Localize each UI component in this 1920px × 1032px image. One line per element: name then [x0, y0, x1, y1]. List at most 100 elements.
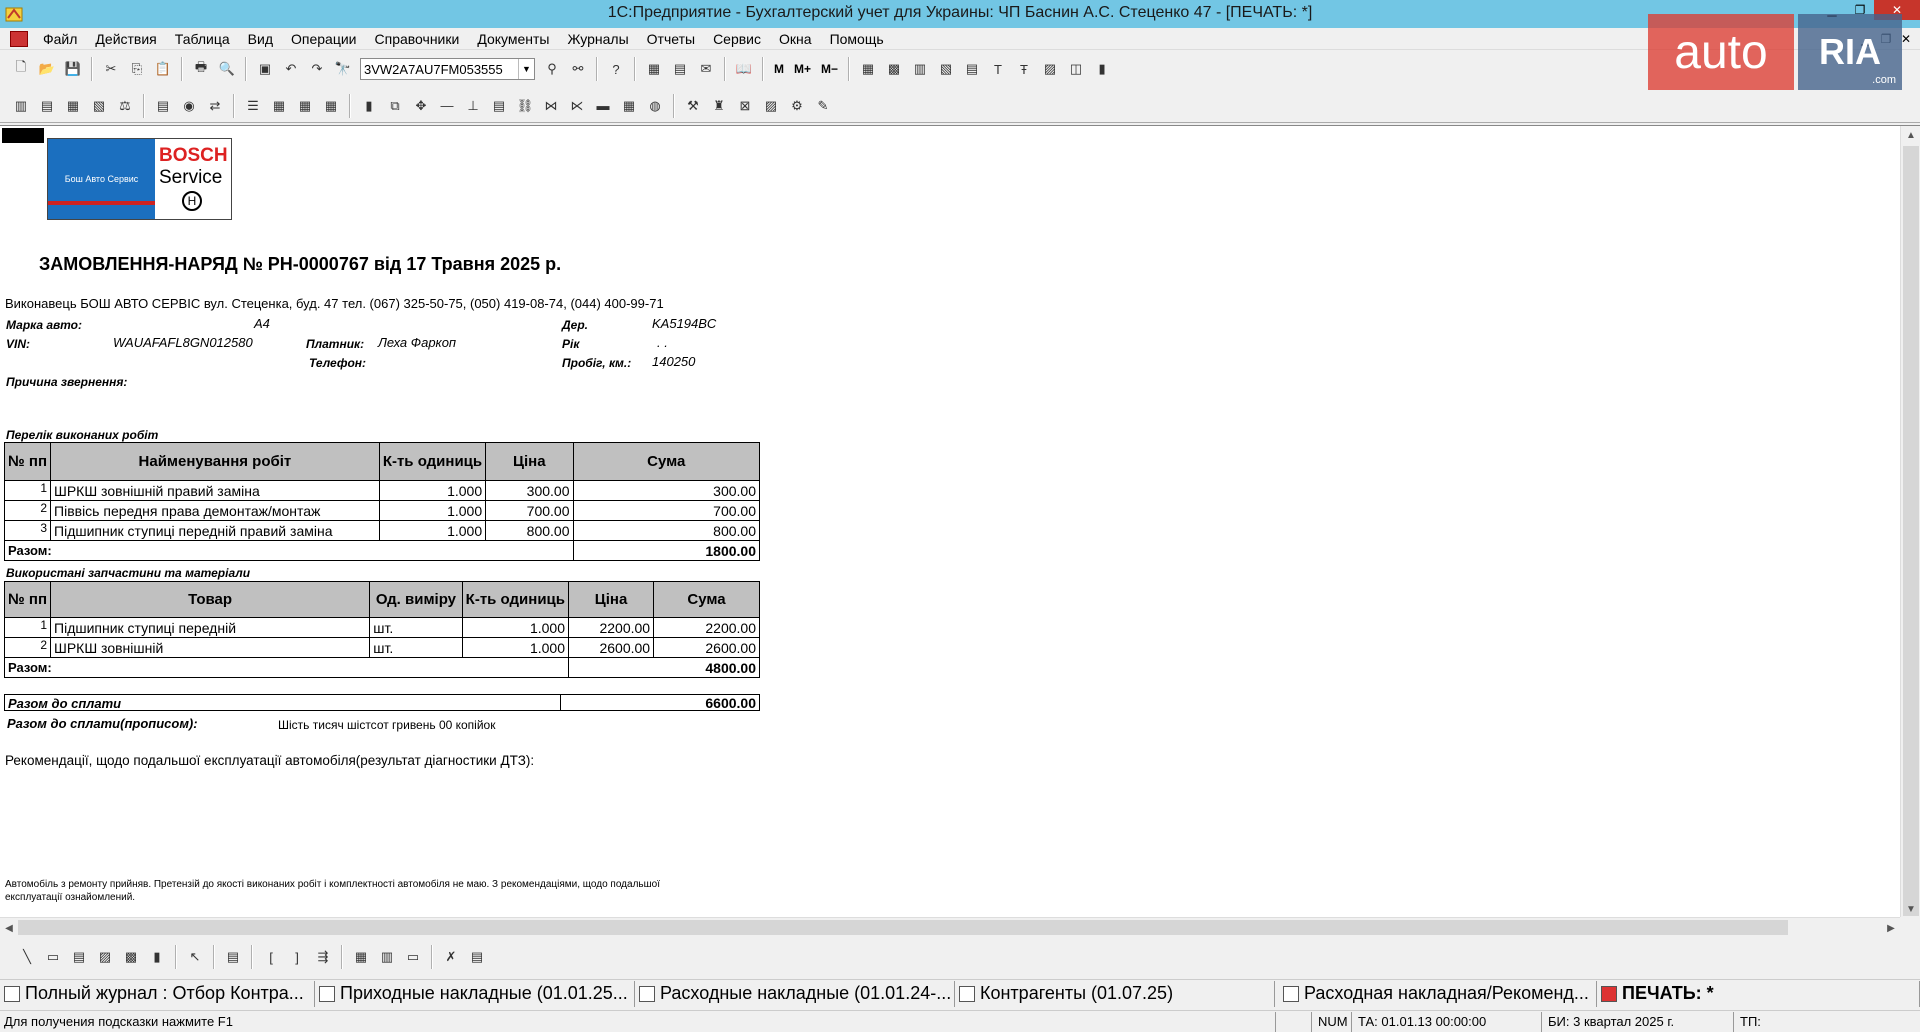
link-icon[interactable]: ⛓	[514, 96, 536, 116]
cash-icon[interactable]: ▤	[488, 96, 510, 116]
chart-icon[interactable]: ▮	[1091, 59, 1113, 79]
note-icon[interactable]: ▬	[592, 96, 614, 116]
print-preview-icon[interactable]: 🔍	[216, 59, 238, 79]
object-icon[interactable]: ◫	[1065, 59, 1087, 79]
find-replace-icon[interactable]: ⚯	[567, 59, 589, 79]
registry-icon[interactable]: ▦	[618, 96, 640, 116]
menu-file[interactable]: Файл	[34, 31, 86, 47]
columns-icon[interactable]: ▧	[935, 59, 957, 79]
remove-section-icon[interactable]: ✗	[440, 947, 462, 967]
print-icon[interactable]: 🖶	[190, 59, 212, 79]
print-form-area[interactable]: Бош Авто Сервис BOSCH Service H ЗАМОВЛЕН…	[0, 125, 1920, 937]
account-card-icon[interactable]: ▧	[88, 96, 110, 116]
menu-references[interactable]: Справочники	[366, 31, 469, 47]
draw-chart-icon[interactable]: ▮	[146, 947, 168, 967]
tab-counterparties[interactable]: Контрагенты (01.07.25)	[955, 980, 1275, 1007]
menu-journals[interactable]: Журналы	[559, 31, 638, 47]
exchange-icon[interactable]: ⇄	[204, 96, 226, 116]
menu-service[interactable]: Сервис	[704, 31, 770, 47]
menu-actions[interactable]: Действия	[86, 31, 165, 47]
horizontal-scroll-thumb[interactable]	[18, 920, 1788, 935]
draw-ole-icon[interactable]: ▩	[120, 947, 142, 967]
calendar-icon[interactable]: ▤	[669, 59, 691, 79]
document-window-icon[interactable]	[10, 30, 28, 47]
hatch-icon[interactable]: ▨	[760, 96, 782, 116]
save-icon[interactable]: 💾	[62, 59, 84, 79]
split-icon[interactable]: ⋈	[540, 96, 562, 116]
vertical-scroll-thumb[interactable]	[1903, 146, 1919, 916]
help-icon[interactable]: ?	[605, 59, 627, 79]
properties-icon[interactable]: ▣	[254, 59, 276, 79]
vertical-scrollbar[interactable]: ▲ ▼	[1900, 126, 1920, 918]
tab-outgoing-invoices[interactable]: Расходные накладные (01.01.24-...	[635, 980, 955, 1007]
line-icon[interactable]: —	[436, 96, 458, 116]
menu-operations[interactable]: Операции	[282, 31, 366, 47]
waybill-icon[interactable]: ▦	[294, 96, 316, 116]
section-list-icon[interactable]: ▤	[466, 947, 488, 967]
memory-plus-button[interactable]: M+	[794, 62, 811, 76]
scroll-right-icon[interactable]: ▶	[1882, 918, 1900, 938]
edit-icon[interactable]: ✎	[812, 96, 834, 116]
bracket-right-icon[interactable]: ]	[286, 947, 308, 967]
page-icon[interactable]: ▭	[402, 947, 424, 967]
grid-icon[interactable]: ▩	[883, 59, 905, 79]
delete-marked-icon[interactable]: ⊠	[734, 96, 756, 116]
messages-icon[interactable]: ✉	[695, 59, 717, 79]
merge-icon[interactable]: ⋉	[566, 96, 588, 116]
receipt-icon[interactable]: ▦	[320, 96, 342, 116]
scroll-left-icon[interactable]: ◀	[0, 918, 18, 938]
picture-icon[interactable]: ▨	[1039, 59, 1061, 79]
folder-icon[interactable]: ▮	[358, 96, 380, 116]
search-combo[interactable]: 3VW2A7AU7FM053555 ▼	[360, 58, 535, 80]
memory-button[interactable]: M	[774, 62, 784, 76]
globe-icon[interactable]: ◍	[644, 96, 666, 116]
move-icon[interactable]: ✥	[410, 96, 432, 116]
copy-document-icon[interactable]: ⧉	[384, 96, 406, 116]
layer-icon[interactable]: ⇶	[312, 947, 334, 967]
menu-documents[interactable]: Документы	[468, 31, 558, 47]
text-box-icon[interactable]: Ŧ	[1013, 59, 1035, 79]
table-icon[interactable]: ▦	[857, 59, 879, 79]
currency-icon[interactable]: ◉	[178, 96, 200, 116]
tools-icon[interactable]: ⚒	[682, 96, 704, 116]
draw-picture-icon[interactable]: ▨	[94, 947, 116, 967]
tab-print[interactable]: ПЕЧАТЬ: *	[1597, 980, 1920, 1007]
tab-sales-invoice[interactable]: Расходная накладная/Рекоменд...	[1275, 980, 1597, 1007]
list-icon[interactable]: ☰	[242, 96, 264, 116]
new-icon[interactable]: 🗋	[10, 59, 32, 79]
chart-of-accounts-icon[interactable]: ▥	[10, 96, 32, 116]
section-icon[interactable]: ▦	[350, 947, 372, 967]
settings-icon[interactable]: ⚙	[786, 96, 808, 116]
find-next-icon[interactable]: ⚲	[541, 59, 563, 79]
calculator-icon[interactable]: ▦	[643, 59, 665, 79]
report-icon[interactable]: ▤	[152, 96, 174, 116]
open-icon[interactable]: 📂	[36, 59, 58, 79]
scroll-up-icon[interactable]: ▲	[1901, 126, 1920, 144]
pointer-icon[interactable]: ↖	[184, 947, 206, 967]
cut-icon[interactable]: ✂	[100, 59, 122, 79]
draw-rect-icon[interactable]: ▭	[42, 947, 64, 967]
horizontal-scrollbar[interactable]: ◀ ▶	[0, 917, 1900, 937]
tab-incoming-invoices[interactable]: Приходные накладные (01.01.25...	[315, 980, 635, 1007]
user-icon[interactable]: ♜	[708, 96, 730, 116]
find-icon[interactable]: 🔭	[332, 59, 354, 79]
balance-icon[interactable]: ⚖	[114, 96, 136, 116]
document-icon[interactable]: ▤	[961, 59, 983, 79]
memory-minus-button[interactable]: M−	[821, 62, 838, 76]
copy-icon[interactable]: ⎘	[126, 59, 148, 79]
menu-reports[interactable]: Отчеты	[638, 31, 704, 47]
selected-cell[interactable]	[2, 128, 44, 143]
paste-icon[interactable]: 📋	[152, 59, 174, 79]
scroll-down-icon[interactable]: ▼	[1901, 900, 1920, 918]
menu-table[interactable]: Таблица	[166, 31, 239, 47]
menu-view[interactable]: Вид	[239, 31, 282, 47]
group-icon[interactable]: ▤	[222, 947, 244, 967]
tab-full-journal[interactable]: Полный журнал : Отбор Контра...	[0, 980, 315, 1007]
bracket-left-icon[interactable]: [	[260, 947, 282, 967]
header-footer-icon[interactable]: ▥	[376, 947, 398, 967]
redo-icon[interactable]: ↷	[306, 59, 328, 79]
operations-journal-icon[interactable]: ▤	[36, 96, 58, 116]
chevron-down-icon[interactable]: ▼	[518, 59, 534, 79]
undo-icon[interactable]: ↶	[280, 59, 302, 79]
book-icon[interactable]: 📖	[733, 59, 755, 79]
